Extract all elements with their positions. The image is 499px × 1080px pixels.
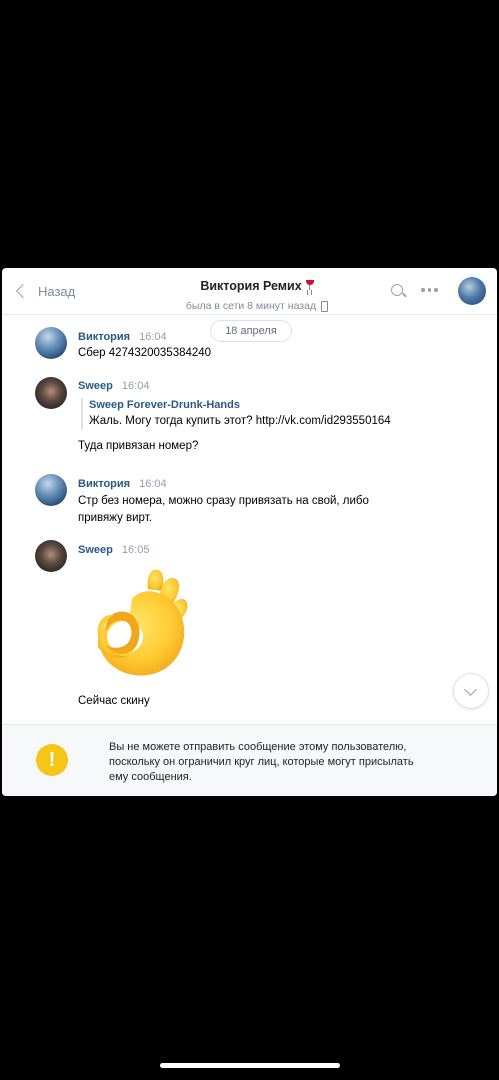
more-dot-icon xyxy=(421,288,425,292)
search-button[interactable] xyxy=(389,282,407,300)
chat-title-block[interactable]: Виктория Ремих была в сети 8 минут назад xyxy=(142,277,372,314)
message-text-line: Стр без номера, можно сразу привязать на… xyxy=(78,495,369,507)
home-indicator[interactable] xyxy=(160,1063,340,1068)
message-text-line: привяжу вирт. xyxy=(78,512,152,524)
restriction-text-line: ему сообщения. xyxy=(109,771,192,783)
online-status-text: была в сети 8 минут назад xyxy=(185,300,317,312)
forwarded-message[interactable]: Sweep Forever-Drunk-Hands Жаль. Могу тог… xyxy=(81,398,419,430)
mobile-phone-icon xyxy=(321,300,329,312)
chat-window: Назад Виктория Ремих была в сети 8 минут… xyxy=(2,268,497,796)
message-text: Сбер 4274320035384240 xyxy=(78,347,212,359)
message-author[interactable]: Sweep xyxy=(78,380,113,392)
back-label: Назад xyxy=(38,283,76,299)
more-options-button[interactable] xyxy=(421,288,438,292)
message-author[interactable]: Sweep xyxy=(78,544,113,556)
restriction-notice: ! Вы не можете отправить сообщение этому… xyxy=(2,724,497,796)
search-icon xyxy=(391,284,403,296)
more-dot-icon xyxy=(427,288,431,292)
date-separator: 18 апреля xyxy=(210,320,292,342)
restriction-text-line: поскольку он ограничил круг лиц, которые… xyxy=(109,756,414,768)
chat-header: Назад Виктория Ремих была в сети 8 минут… xyxy=(2,268,497,315)
avatar[interactable] xyxy=(35,327,67,359)
message-time[interactable]: 16:04 xyxy=(139,331,167,343)
avatar[interactable] xyxy=(35,377,67,409)
chat-title: Виктория Ремих xyxy=(200,279,314,293)
chevron-down-icon xyxy=(464,683,477,696)
warning-icon: ! xyxy=(36,744,68,776)
message-meta: Виктория 16:04 xyxy=(78,478,167,490)
message-meta: Sweep 16:05 xyxy=(78,544,149,556)
back-button[interactable]: Назад xyxy=(15,282,75,300)
online-status: была в сети 8 минут назад xyxy=(185,300,329,312)
forwarded-text: Жаль. Могу тогда купить этот? http://vk.… xyxy=(89,415,391,427)
message-text: Туда привязан номер? xyxy=(78,440,199,452)
message-text: Сейчас скину xyxy=(78,695,150,707)
contact-name: Виктория Ремих xyxy=(200,279,302,293)
forwarded-author[interactable]: Sweep Forever-Drunk-Hands xyxy=(89,398,419,413)
message-history: 18 апреля Виктория 16:04 Сбер 4274320035… xyxy=(2,315,497,721)
avatar[interactable] xyxy=(35,540,67,572)
chevron-left-icon xyxy=(15,283,31,299)
message-time[interactable]: 16:05 xyxy=(122,544,150,556)
message-meta: Sweep 16:04 xyxy=(78,380,149,392)
ok-hand-sticker[interactable] xyxy=(92,565,192,681)
contact-avatar[interactable] xyxy=(458,277,486,305)
message-time[interactable]: 16:04 xyxy=(122,380,150,392)
restriction-text: Вы не можете отправить сообщение этому п… xyxy=(109,740,459,785)
avatar[interactable] xyxy=(35,474,67,506)
message-meta: Виктория 16:04 xyxy=(78,331,167,343)
wine-glass-icon xyxy=(305,280,314,292)
ok-hand-emoji-icon xyxy=(97,569,188,676)
phone-screen: Назад Виктория Ремих была в сети 8 минут… xyxy=(0,0,499,1080)
restriction-text-line: Вы не можете отправить сообщение этому п… xyxy=(109,741,407,753)
more-dot-icon xyxy=(434,288,438,292)
message-author[interactable]: Виктория xyxy=(78,478,130,490)
message-author[interactable]: Виктория xyxy=(78,331,130,343)
message-time[interactable]: 16:04 xyxy=(139,478,167,490)
scroll-down-button[interactable] xyxy=(453,673,489,709)
message-text: Стр без номера, можно сразу привязать на… xyxy=(78,493,408,527)
